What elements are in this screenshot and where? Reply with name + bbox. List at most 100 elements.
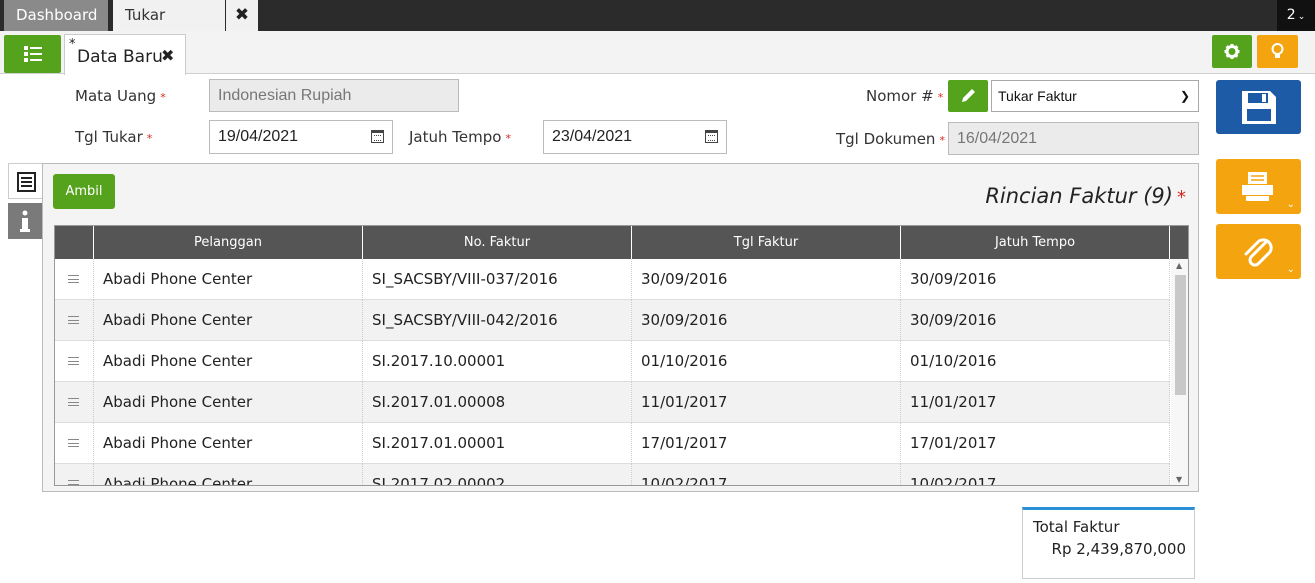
settings-button[interactable] [1212,35,1252,68]
nomor-label: Nomor # * [866,87,944,105]
lightbulb-icon [1271,43,1284,58]
tab-dashboard[interactable]: Dashboard [4,0,108,31]
header-tgl-faktur[interactable]: Tgl Faktur [632,226,901,259]
close-icon[interactable]: ✖ [161,46,174,65]
invoice-grid: Pelanggan No. Faktur Tgl Faktur Jatuh Te… [54,225,1189,486]
print-button[interactable]: ⌄ [1216,159,1301,214]
jatuh-tempo-value: 23/04/2021 [552,128,633,145]
unsaved-marker: * [69,37,76,52]
cell-no-faktur: SI.2017.10.00001 [363,341,632,382]
mata-uang-label: Mata Uang * [75,87,166,105]
row-handle[interactable] [55,341,94,382]
scroll-down-icon[interactable]: ▼ [1176,475,1182,484]
window-tab-bar: Dashboard Tukar Faktur ✖ 2⌄ [0,0,1315,55]
tgl-tukar-field[interactable]: 19/04/2021 [209,120,393,154]
grid-scrollbar[interactable]: ▲ ▼ [1171,259,1188,485]
window-count-dropdown[interactable]: 2 ⌄ [1277,0,1315,31]
pencil-icon [962,89,975,102]
jatuh-tempo-field[interactable]: 23/04/2021 [543,120,727,154]
table-row[interactable]: Abadi Phone Center SI.2017.01.00001 17/0… [55,423,1170,464]
tab-data-baru-label: Data Baru [77,47,163,67]
row-handle[interactable] [55,464,94,485]
save-button[interactable] [1216,80,1301,134]
cell-jatuh-tempo: 30/09/2016 [901,259,1170,300]
detail-view-tab[interactable] [8,163,42,199]
table-row[interactable]: Abadi Phone Center SI.2017.02.00002 10/0… [55,464,1170,485]
cell-no-faktur: SI_SACSBY/VIII-037/2016 [363,259,632,300]
list-menu-icon [24,46,42,62]
drag-handle-icon [68,439,79,447]
edit-nomor-button[interactable] [948,80,988,112]
scroll-up-icon[interactable]: ▲ [1176,261,1182,270]
header-no-faktur[interactable]: No. Faktur [363,226,632,259]
table-row[interactable]: Abadi Phone Center SI.2017.01.00008 11/0… [55,382,1170,423]
ambil-button[interactable]: Ambil [53,174,115,209]
chevron-down-icon: ⌄ [1297,12,1306,22]
chevron-down-icon: ⌄ [1286,264,1295,275]
tgl-dokumen-field[interactable]: 16/04/2021 [948,122,1199,155]
cell-tgl-faktur: 30/09/2016 [632,259,901,300]
cell-tgl-faktur: 10/02/2017 [632,464,901,485]
drag-handle-icon [68,275,79,283]
tgl-tukar-value: 19/04/2021 [218,128,299,145]
total-faktur-box: Total Faktur Rp 2,439,870,000 [1022,507,1195,579]
cell-no-faktur: SI.2017.02.00002 [363,464,632,485]
save-icon [1242,91,1276,124]
cell-pelanggan: Abadi Phone Center [94,423,363,464]
calendar-icon[interactable] [705,130,718,143]
nomor-selected-value: Tukar Faktur [998,88,1077,104]
drag-handle-icon [68,480,79,485]
cell-pelanggan: Abadi Phone Center [94,382,363,423]
drag-handle-icon [68,398,79,406]
chevron-down-icon: ❯ [1179,89,1190,103]
table-row[interactable]: Abadi Phone Center SI_SACSBY/VIII-042/20… [55,300,1170,341]
window-count: 2 [1286,7,1296,23]
gear-icon [1224,44,1240,59]
chevron-down-icon: ⌄ [1286,199,1295,210]
table-row[interactable]: Abadi Phone Center SI_SACSBY/VIII-037/20… [55,259,1170,300]
header-pelanggan[interactable]: Pelanggan [94,226,363,259]
grid-header: Pelanggan No. Faktur Tgl Faktur Jatuh Te… [55,226,1188,259]
row-handle[interactable] [55,423,94,464]
hint-button[interactable] [1257,35,1298,68]
cell-pelanggan: Abadi Phone Center [94,259,363,300]
cell-tgl-faktur: 17/01/2017 [632,423,901,464]
tgl-tukar-label: Tgl Tukar * [75,128,153,146]
tgl-dokumen-label: Tgl Dokumen * [836,130,945,148]
scrollbar-thumb[interactable] [1175,275,1186,395]
nomor-select[interactable]: Tukar Faktur ❯ [991,80,1199,112]
jatuh-tempo-label: Jatuh Tempo * [409,128,511,146]
panel-title: Rincian Faktur (9) * [985,184,1186,208]
cell-pelanggan: Abadi Phone Center [94,341,363,382]
row-handle[interactable] [55,382,94,423]
row-handle[interactable] [55,300,94,341]
cell-tgl-faktur: 11/01/2017 [632,382,901,423]
cell-jatuh-tempo: 17/01/2017 [901,423,1170,464]
info-icon [20,210,30,232]
cell-tgl-faktur: 01/10/2016 [632,341,901,382]
header-handle-column [55,226,94,259]
menu-button[interactable] [4,35,61,73]
drag-handle-icon [68,357,79,365]
info-view-tab[interactable] [8,203,42,239]
form-toolbar: * Data Baru ✖ [0,31,1315,75]
cell-pelanggan: Abadi Phone Center [94,464,363,485]
total-faktur-label: Total Faktur [1033,518,1120,536]
tab-tukar-faktur[interactable]: Tukar Faktur [113,0,225,55]
cell-no-faktur: SI_SACSBY/VIII-042/2016 [363,300,632,341]
cell-no-faktur: SI.2017.01.00008 [363,382,632,423]
mata-uang-field[interactable]: Indonesian Rupiah [209,79,459,112]
calendar-icon[interactable] [371,130,384,143]
tab-data-baru[interactable]: * Data Baru ✖ [64,34,186,75]
header-jatuh-tempo[interactable]: Jatuh Tempo [901,226,1170,259]
table-row[interactable]: Abadi Phone Center SI.2017.10.00001 01/1… [55,341,1170,382]
attachment-button[interactable]: ⌄ [1216,224,1301,279]
cell-jatuh-tempo: 11/01/2017 [901,382,1170,423]
rincian-faktur-panel: Ambil Rincian Faktur (9) * Pelanggan No. … [42,163,1199,492]
cell-tgl-faktur: 30/09/2016 [632,300,901,341]
cell-jatuh-tempo: 10/02/2017 [901,464,1170,485]
close-tab-icon[interactable]: ✖ [226,0,258,31]
row-handle[interactable] [55,259,94,300]
cell-pelanggan: Abadi Phone Center [94,300,363,341]
drag-handle-icon [68,316,79,324]
